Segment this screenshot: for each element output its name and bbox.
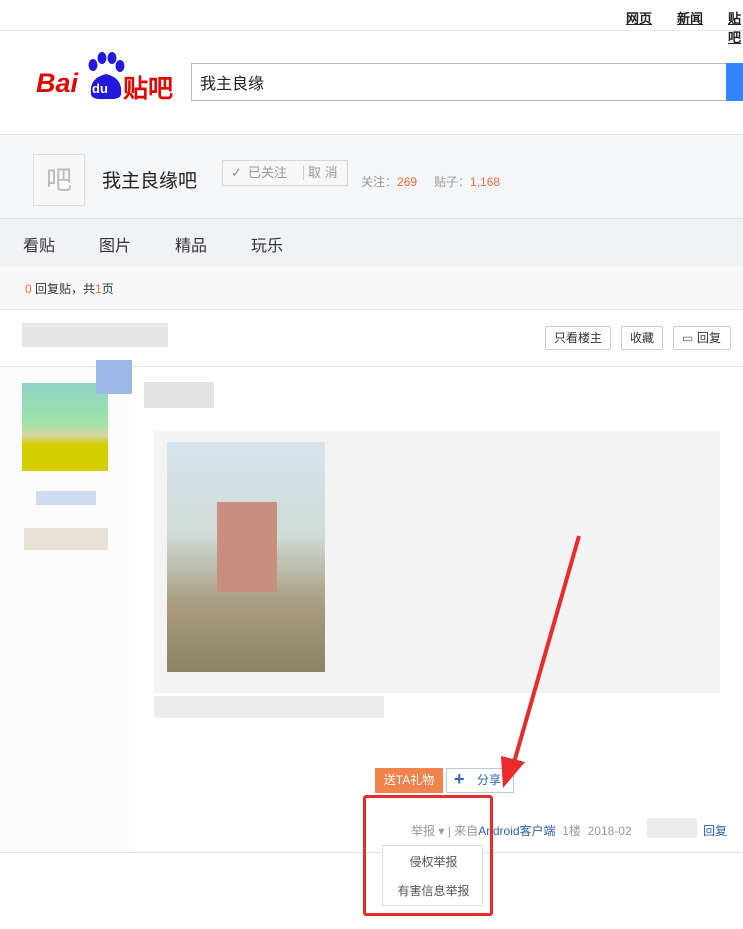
tab-images[interactable]: 图片 bbox=[99, 232, 131, 256]
page-count-value: 1 bbox=[95, 282, 102, 296]
reply-count-text: 回复贴，共 bbox=[31, 282, 96, 296]
thread-reply-button[interactable]: ▭ 回复 bbox=[673, 326, 731, 350]
followed-label: 已关注 bbox=[248, 165, 288, 180]
photo-face-region bbox=[217, 502, 277, 592]
comment-icon: ▭ bbox=[682, 331, 694, 345]
post-date: 2018-02 bbox=[587, 824, 632, 838]
cancel-follow-button[interactable]: 取 消 bbox=[308, 161, 338, 185]
follow-count-value: 269 bbox=[397, 175, 418, 189]
search-input[interactable] bbox=[192, 64, 728, 100]
nav-link-web[interactable]: 网页 bbox=[626, 8, 652, 27]
logo-text-tieba: 贴吧 bbox=[123, 75, 174, 103]
tab-posts[interactable]: 看贴 bbox=[23, 232, 55, 256]
nav-link-tieba[interactable]: 贴吧 bbox=[728, 8, 743, 46]
author-avatar[interactable] bbox=[22, 383, 108, 471]
reply-count-value: 0 bbox=[25, 282, 32, 296]
thread-reply-label: 回复 bbox=[696, 331, 721, 345]
logo-text-bai: Bai bbox=[36, 68, 79, 98]
annotation-highlight-box bbox=[363, 795, 493, 916]
tab-featured[interactable]: 精品 bbox=[175, 232, 207, 256]
page-count-text: 页 bbox=[101, 282, 114, 296]
forum-avatar[interactable]: 吧 bbox=[33, 154, 85, 206]
badge-icon bbox=[96, 360, 132, 394]
reply-count: 0 回复贴，共1页 bbox=[25, 280, 114, 297]
follow-count-label: 关注： bbox=[361, 175, 398, 189]
post-count-stat: 贴子：1,168 bbox=[434, 173, 500, 190]
follow-status-button[interactable]: ✓ 已关注 取 消 bbox=[222, 160, 348, 186]
only-op-button[interactable]: 只看楼主 bbox=[545, 326, 611, 350]
send-gift-button[interactable]: 送TA礼物 bbox=[375, 768, 443, 793]
baidu-tieba-logo[interactable]: Bai du 贴吧 bbox=[36, 52, 176, 103]
collect-button[interactable]: 收藏 bbox=[621, 326, 663, 350]
post-caption-blurred bbox=[154, 696, 384, 718]
search-button[interactable] bbox=[726, 63, 743, 101]
post-count-label: 贴子： bbox=[434, 175, 471, 189]
post-reply-link[interactable]: 回复 bbox=[703, 822, 727, 839]
divider bbox=[303, 166, 304, 180]
thread-title-blurred bbox=[22, 323, 168, 347]
post-count-value: 1,168 bbox=[470, 175, 501, 189]
check-icon: ✓ bbox=[231, 165, 242, 180]
post-photo[interactable] bbox=[167, 442, 325, 672]
forum-name[interactable]: 我主良缘吧 bbox=[102, 166, 197, 193]
search-box bbox=[191, 63, 728, 101]
tab-fun[interactable]: 玩乐 bbox=[251, 232, 283, 256]
post-text-blurred bbox=[144, 382, 214, 408]
nav-link-news[interactable]: 新闻 bbox=[677, 8, 703, 27]
plus-icon: + bbox=[454, 769, 465, 789]
annotation-arrow-icon bbox=[501, 535, 581, 788]
logo-text-du: du bbox=[92, 81, 108, 96]
author-name-blurred[interactable] bbox=[36, 491, 96, 505]
post-time-blurred bbox=[647, 818, 697, 838]
floor-number: 1楼 bbox=[562, 824, 581, 838]
follow-count-stat: 关注：269 bbox=[361, 173, 417, 190]
top-nav: 网页 新闻 贴吧 bbox=[0, 0, 743, 45]
author-level-blurred bbox=[24, 528, 108, 550]
